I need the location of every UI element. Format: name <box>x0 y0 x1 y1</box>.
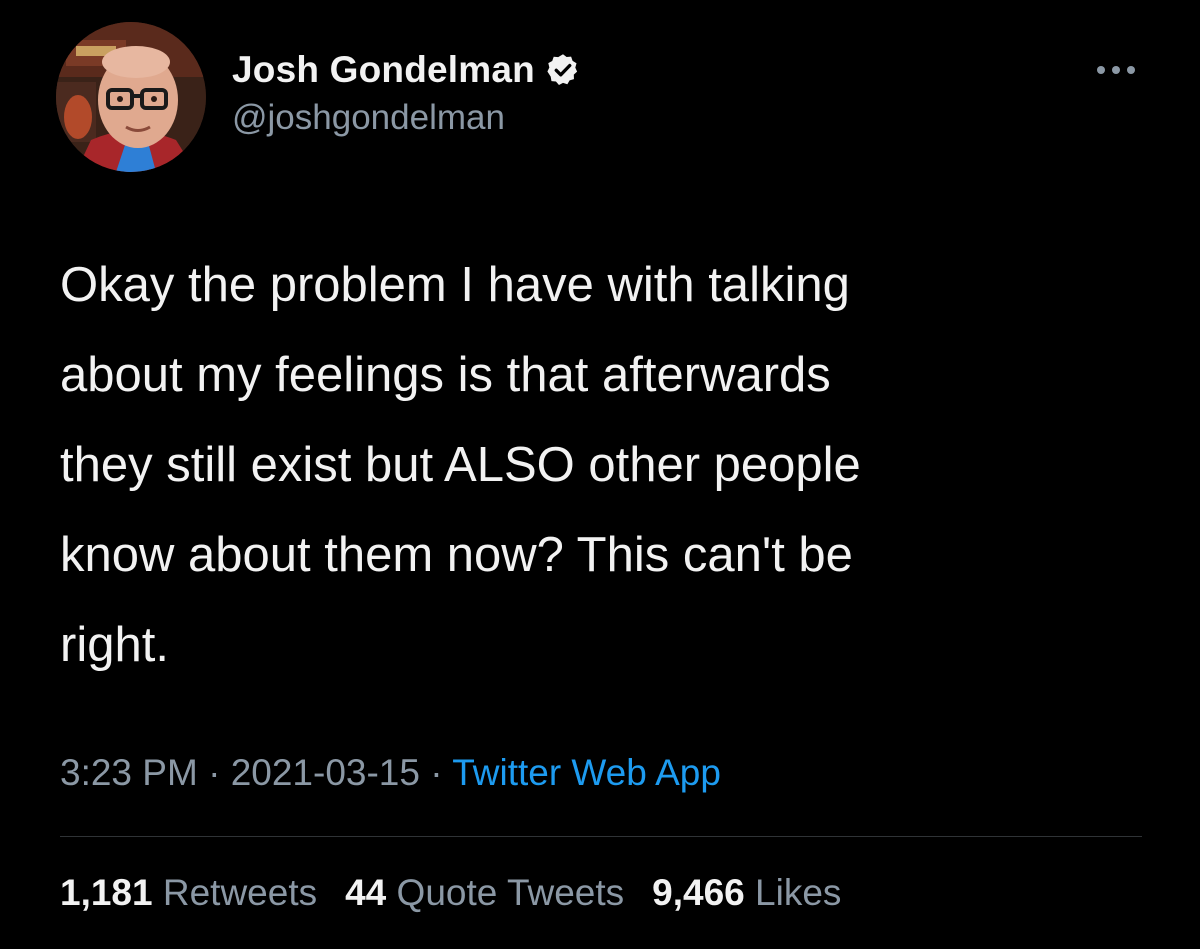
retweets-label: Retweets <box>162 872 318 913</box>
quote-tweets-count: 44 <box>345 872 387 913</box>
display-name[interactable]: Josh Gondelman <box>232 49 535 91</box>
likes-label: Likes <box>755 872 842 913</box>
quote-tweets-label: Quote Tweets <box>396 872 625 913</box>
tweet-date[interactable]: 2021-03-15 <box>231 752 420 793</box>
tweet-stats: 1,181 Retweets 44 Quote Tweets 9,466 Lik… <box>60 872 841 914</box>
likes-stat[interactable]: 9,466 Likes <box>652 872 841 914</box>
quote-tweets-stat[interactable]: 44 Quote Tweets <box>345 872 624 914</box>
more-options-icon[interactable] <box>1094 60 1138 80</box>
tweet-card: Josh Gondelman @joshgondelman Okay the p… <box>0 0 1200 949</box>
meta-separator: · <box>208 752 221 793</box>
avatar[interactable] <box>56 22 206 172</box>
author-info: Josh Gondelman @joshgondelman <box>232 46 581 138</box>
handle[interactable]: @joshgondelman <box>232 98 581 138</box>
retweets-stat[interactable]: 1,181 Retweets <box>60 872 317 914</box>
tweet-time[interactable]: 3:23 PM <box>60 752 198 793</box>
tweet-text: Okay the problem I have with talking abo… <box>60 258 861 672</box>
verified-badge-icon <box>545 52 581 88</box>
likes-count: 9,466 <box>652 872 745 913</box>
avatar-image <box>56 22 206 172</box>
display-name-row: Josh Gondelman <box>232 46 581 94</box>
tweet-meta: 3:23 PM · 2021-03-15 · Twitter Web App <box>60 752 721 794</box>
retweets-count: 1,181 <box>60 872 153 913</box>
divider <box>60 836 1142 837</box>
meta-separator: · <box>430 752 443 793</box>
tweet-source-link[interactable]: Twitter Web App <box>452 752 721 793</box>
